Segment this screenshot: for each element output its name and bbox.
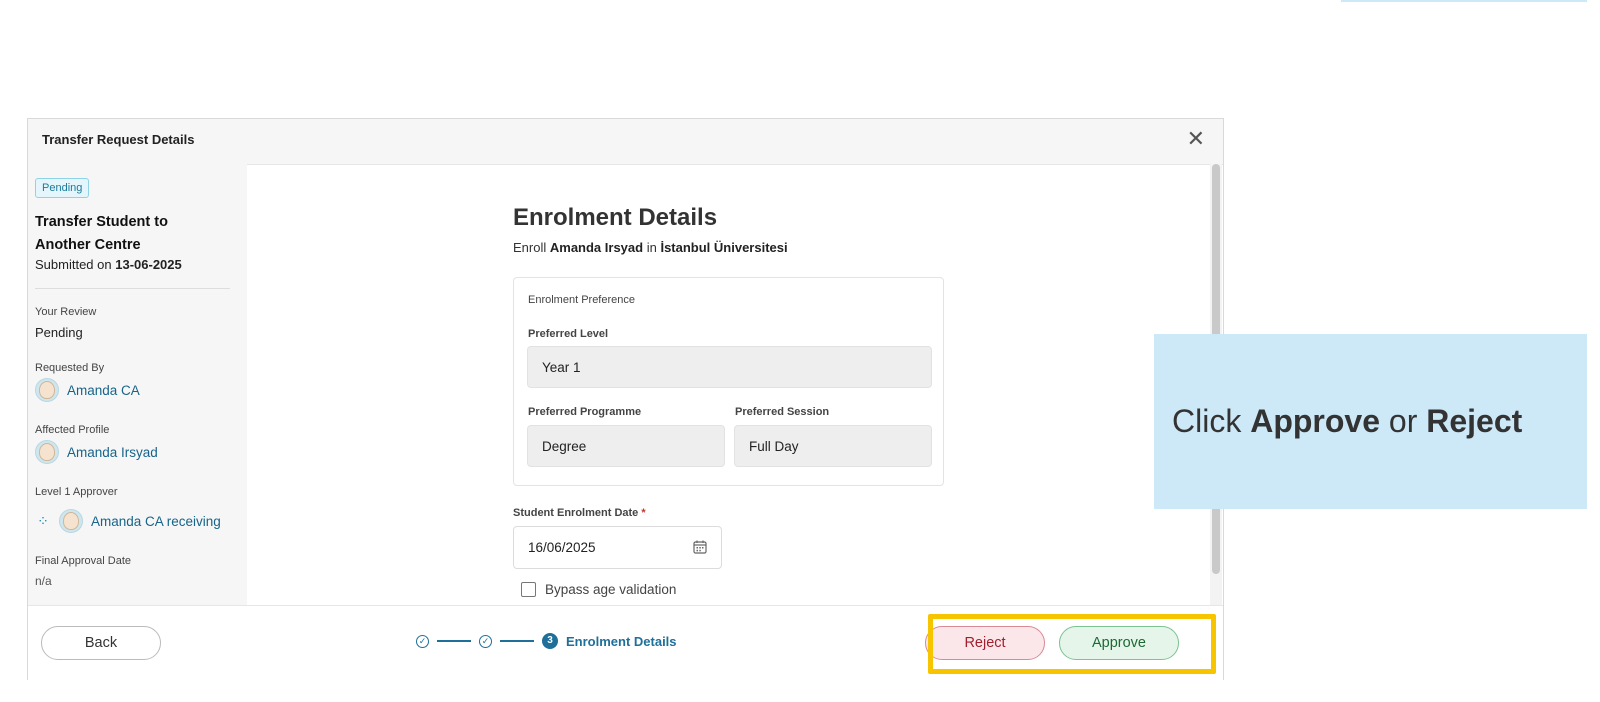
loading-spinner-icon: ⁘ <box>37 512 49 529</box>
affected-profile-name: Amanda Irsyad <box>67 444 158 460</box>
step-connector <box>500 640 534 642</box>
avatar <box>59 509 83 533</box>
subtitle-mid: in <box>646 240 657 255</box>
page-title: Enrolment Details <box>513 204 718 231</box>
callout-approve: Approve <box>1250 403 1381 439</box>
callout-reject: Reject <box>1426 403 1523 439</box>
affected-profile-person[interactable]: Amanda Irsyad <box>35 440 158 464</box>
modal-header: Transfer Request Details ✕ <box>28 119 1223 165</box>
final-approval-value: n/a <box>35 574 52 588</box>
callout-edge-decoration <box>1341 0 1587 2</box>
level1-approver-label: Level 1 Approver <box>35 486 118 498</box>
subtitle-prefix: Enroll <box>513 240 547 255</box>
modal-title: Transfer Request Details <box>42 132 195 147</box>
required-marker: * <box>641 507 646 519</box>
affected-profile-label: Affected Profile <box>35 424 110 436</box>
preferred-programme-label: Preferred Programme <box>528 406 642 418</box>
step-connector <box>437 640 471 642</box>
request-title: Transfer Student to Another Centre <box>35 214 168 253</box>
callout-mid: or <box>1388 403 1418 439</box>
preference-section-label: Enrolment Preference <box>528 294 635 306</box>
centre-name: İstanbul Üniversitesi <box>660 240 788 255</box>
preferred-level-field: Year 1 <box>527 346 932 388</box>
your-review-label: Your Review <box>35 306 97 318</box>
enrolment-date-input[interactable]: 16/06/2025 <box>513 526 722 569</box>
submitted-prefix: Submitted on <box>35 257 112 272</box>
preferred-programme-field: Degree <box>527 425 725 467</box>
enrol-subtitle: Enroll Amanda Irsyad in İstanbul Ünivers… <box>513 240 788 255</box>
status-badge: Pending <box>35 178 90 198</box>
final-approval-label: Final Approval Date <box>35 555 131 567</box>
level1-approver-name: Amanda CA receiving <box>91 513 221 529</box>
step-complete-icon: ✓ <box>479 634 492 648</box>
preferred-session-field: Full Day <box>734 425 932 467</box>
enrolment-date-label: Student Enrolment Date * <box>513 507 646 519</box>
requested-by-name: Amanda CA <box>67 382 140 398</box>
bypass-age-validation-row[interactable]: Bypass age validation <box>521 582 676 597</box>
enrolment-preference-section: Enrolment Preference Preferred Level Yea… <box>513 277 944 486</box>
avatar <box>35 440 59 464</box>
requested-by-label: Requested By <box>35 362 105 374</box>
back-button[interactable]: Back <box>41 626 161 660</box>
preferred-session-label: Preferred Session <box>735 406 830 418</box>
bypass-age-checkbox[interactable] <box>521 582 536 597</box>
instruction-callout: Click Approve or Reject <box>1154 334 1587 509</box>
step-current-number: 3 <box>542 633 558 649</box>
enrolment-date-value: 16/06/2025 <box>528 540 596 555</box>
step-current-label: Enrolment Details <box>566 633 677 649</box>
step-complete-icon: ✓ <box>416 634 429 648</box>
reject-button[interactable]: Reject <box>925 626 1045 660</box>
level1-approver-person[interactable]: ⁘ Amanda CA receiving <box>35 509 221 533</box>
modal-footer: Back ✓ ✓ 3 Enrolment Details Reject Appr… <box>28 605 1223 680</box>
requested-by-person[interactable]: Amanda CA <box>35 378 140 402</box>
preferred-level-label: Preferred Level <box>528 328 609 340</box>
bypass-age-label: Bypass age validation <box>545 582 677 597</box>
callout-text: Click Approve or Reject <box>1172 403 1522 440</box>
calendar-icon[interactable] <box>693 540 707 554</box>
enrolment-date-label-text: Student Enrolment Date <box>513 507 639 519</box>
close-icon[interactable]: ✕ <box>1187 125 1205 153</box>
transfer-request-modal: Transfer Request Details ✕ Pending Trans… <box>27 118 1224 680</box>
approve-button[interactable]: Approve <box>1059 626 1179 660</box>
your-review-value: Pending <box>35 325 83 340</box>
request-summary-sidebar: Pending Transfer Student to Another Cent… <box>28 164 247 605</box>
callout-prefix: Click <box>1172 403 1242 439</box>
divider <box>35 288 230 289</box>
avatar <box>35 378 59 402</box>
submitted-date: Submitted on 13-06-2025 <box>35 257 182 272</box>
submitted-date-value: 13-06-2025 <box>115 257 182 272</box>
student-name: Amanda Irsyad <box>549 240 644 255</box>
progress-stepper: ✓ ✓ 3 Enrolment Details <box>416 633 677 649</box>
